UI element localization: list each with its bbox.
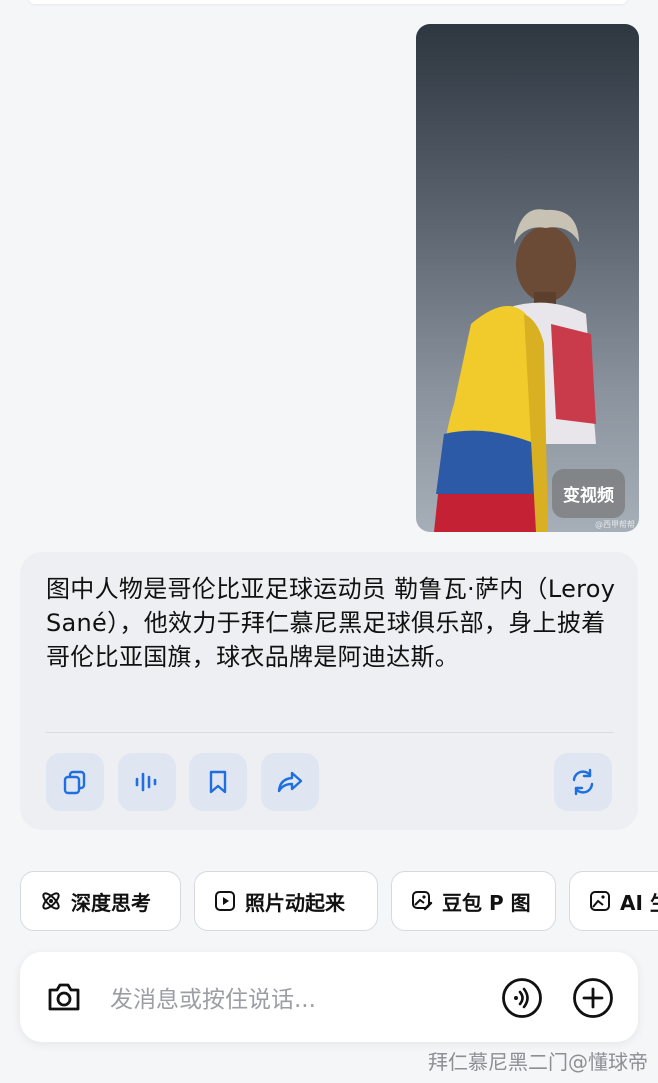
play-square-icon (215, 891, 235, 911)
chip-photo-edit[interactable]: 豆包 P 图 (391, 871, 556, 931)
to-video-button[interactable]: 变视频 (552, 469, 625, 518)
message-input[interactable]: 发消息或按住说话... (110, 980, 316, 1014)
voice-call-icon (502, 978, 542, 1018)
chip-label: AI 生 (620, 890, 658, 915)
player-photo-illustration (434, 209, 596, 532)
share-button[interactable] (261, 753, 319, 811)
image-icon (590, 891, 610, 911)
chip-ai-generate[interactable]: AI 生 (569, 871, 658, 931)
add-button[interactable] (572, 977, 614, 1019)
message-input-bar[interactable]: 发消息或按住说话... (20, 952, 638, 1042)
copy-button[interactable] (46, 753, 104, 811)
regenerate-button[interactable] (554, 753, 612, 811)
source-watermark: 拜仁慕尼黑二门@懂球帝 (428, 1050, 648, 1074)
voice-call-button[interactable] (501, 977, 543, 1019)
voice-wave-icon (135, 772, 157, 792)
chip-label: 豆包 P 图 (442, 890, 531, 915)
plus-circle-icon (573, 978, 613, 1018)
copy-icon (63, 770, 86, 795)
sent-photo[interactable]: 变视频 @西甲帮帮 (416, 24, 639, 532)
answer-text: 图中人物是哥伦比亚足球运动员 勒鲁瓦·萨内（Leroy Sané），他效力于拜仁… (46, 575, 616, 671)
chip-deep-think[interactable]: 深度思考 (20, 871, 181, 931)
image-edit-icon (412, 891, 433, 911)
answer-card: 图中人物是哥伦比亚足球运动员 勒鲁瓦·萨内（Leroy Sané），他效力于拜仁… (20, 552, 638, 830)
atom-icon (42, 892, 60, 910)
answer-divider (46, 732, 614, 733)
chip-label: 照片动起来 (245, 890, 345, 915)
bookmark-button[interactable] (189, 753, 247, 811)
read-aloud-button[interactable] (118, 753, 176, 811)
camera-icon (48, 983, 80, 1011)
regenerate-icon (572, 768, 594, 796)
chip-animate-photo[interactable]: 照片动起来 (194, 871, 378, 931)
chip-label: 深度思考 (71, 890, 151, 915)
camera-button[interactable] (44, 977, 84, 1017)
share-icon (277, 771, 303, 793)
photo-source-mark: @西甲帮帮 (595, 520, 635, 529)
bookmark-icon (209, 770, 227, 794)
previous-message-card (28, 0, 628, 4)
